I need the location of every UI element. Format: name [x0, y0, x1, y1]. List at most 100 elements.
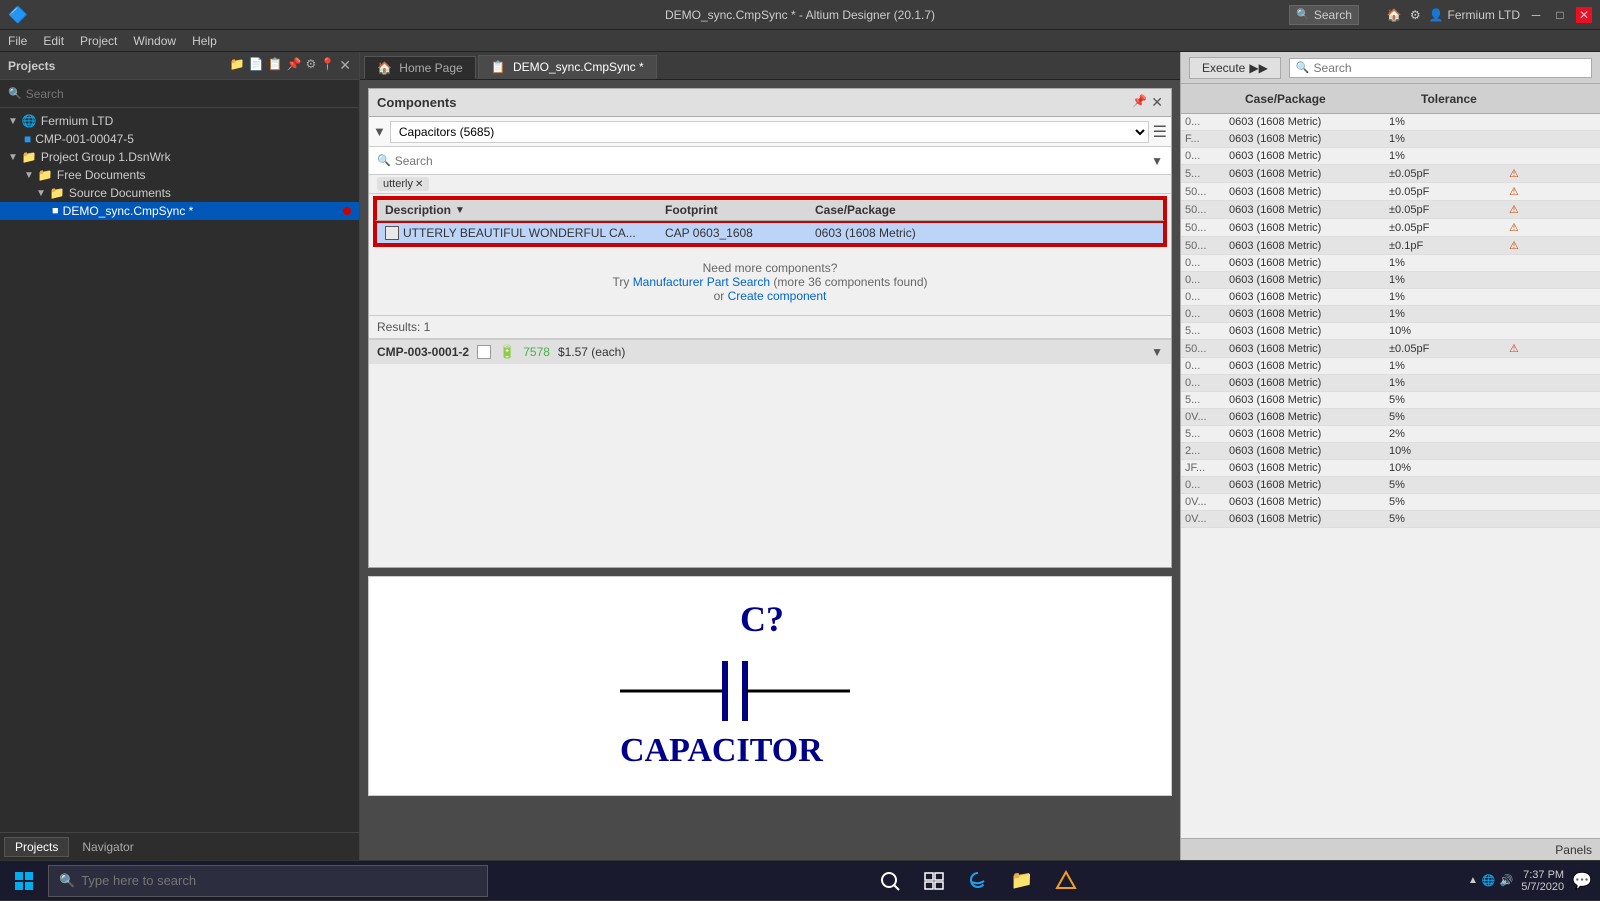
panel-settings-icon[interactable]: ⚙: [306, 57, 317, 74]
rt-tolerance: 2%: [1389, 428, 1509, 440]
rt-prefix: 50...: [1185, 204, 1229, 216]
comp-category-select[interactable]: Capacitors (5685): [390, 121, 1149, 143]
start-button[interactable]: [8, 865, 40, 897]
tree-item-demo-sync[interactable]: ■ DEMO_sync.CmpSync *: [0, 202, 359, 220]
cap-symbol-text: C?: [740, 599, 784, 639]
filter-tag-remove-icon[interactable]: ✕: [415, 179, 423, 190]
rt-prefix: 0...: [1185, 479, 1229, 491]
comp-id: CMP-003-0001-2: [377, 345, 469, 359]
rt-warning-icon: ⚠: [1509, 221, 1529, 234]
comp-header-controls: 📌 ✕: [1132, 94, 1163, 111]
create-component-link[interactable]: Create component: [728, 289, 827, 303]
rt-tolerance: 1%: [1389, 377, 1509, 389]
filter-tag-utterly[interactable]: utterly ✕: [377, 177, 429, 191]
home-icon: 🏠: [1387, 8, 1402, 22]
panel-pin-icon[interactable]: 📍: [320, 57, 335, 74]
rt-case: 0603 (1608 Metric): [1229, 308, 1389, 320]
panel-icon3[interactable]: 📋: [268, 57, 283, 74]
manufacturer-part-search-link[interactable]: Manufacturer Part Search: [633, 275, 770, 289]
panel-icon4[interactable]: 📌: [287, 57, 302, 74]
comp-checkbox[interactable]: [477, 345, 491, 359]
tray-up-icon[interactable]: ▲: [1468, 875, 1478, 886]
rt-prefix: 0V...: [1185, 513, 1229, 525]
components-panel: Components 📌 ✕ ▼ Capacitors (5685) ☰ 🔍 ▼: [368, 88, 1172, 568]
taskbar-altium[interactable]: [1046, 861, 1086, 901]
rt-row-21: 0... 0603 (1608 Metric) 5%: [1181, 477, 1600, 494]
rt-case: 0603 (1608 Metric): [1229, 240, 1389, 252]
taskbar-files[interactable]: 📁: [1002, 861, 1042, 901]
more-text: Need more components?: [703, 261, 838, 275]
menu-project[interactable]: Project: [80, 34, 117, 48]
taskbar-search-app[interactable]: [870, 861, 910, 901]
rt-case: 0603 (1608 Metric): [1229, 204, 1389, 216]
right-search-box[interactable]: 🔍: [1289, 58, 1592, 78]
panel-close-icon[interactable]: ✕: [339, 57, 351, 74]
detail-expand-icon[interactable]: ▼: [1151, 345, 1163, 359]
tree-label-source-docs: Source Documents: [69, 186, 171, 200]
maximize-button[interactable]: □: [1552, 7, 1568, 23]
taskbar-search-icon: 🔍: [59, 873, 75, 889]
taskbar-search-input[interactable]: [81, 873, 477, 888]
menubar: File Edit Project Window Help: [0, 30, 1600, 52]
row-case-package: 0603 (1608 Metric): [815, 226, 975, 240]
minimize-button[interactable]: ─: [1528, 7, 1544, 23]
tree-item-free-docs[interactable]: ▼ 📁 Free Documents: [0, 166, 359, 184]
comp-table-row[interactable]: UTTERLY BEAUTIFUL WONDERFUL CA... CAP 06…: [375, 221, 1165, 245]
taskbar-task-view[interactable]: [914, 861, 954, 901]
comp-pin-icon[interactable]: 📌: [1132, 94, 1147, 111]
panels-label[interactable]: Panels: [1555, 843, 1592, 857]
menu-window[interactable]: Window: [133, 34, 176, 48]
rt-warning-icon: ⚠: [1509, 342, 1529, 355]
sort-icon[interactable]: ▼: [455, 205, 465, 216]
right-search-input[interactable]: [1314, 61, 1585, 75]
rt-prefix: 50...: [1185, 240, 1229, 252]
panel-icon2[interactable]: 📄: [249, 57, 264, 74]
project-tree: ▼ 🌐 Fermium LTD ■ CMP-001-00047-5 ▼ 📁 Pr…: [0, 108, 359, 832]
tree-label-cmp: CMP-001-00047-5: [35, 132, 134, 146]
taskbar-edge[interactable]: [958, 861, 998, 901]
rt-row-22: 0V... 0603 (1608 Metric) 5%: [1181, 494, 1600, 511]
tab-navigator[interactable]: Navigator: [71, 837, 144, 857]
project-icon: 📁: [22, 150, 37, 164]
rt-case: 0603 (1608 Metric): [1229, 343, 1389, 355]
comp-search-dropdown-icon[interactable]: ▼: [1151, 154, 1163, 168]
rt-case: 0603 (1608 Metric): [1229, 394, 1389, 406]
tree-item-fermium[interactable]: ▼ 🌐 Fermium LTD: [0, 112, 359, 130]
titlebar: 🔷 DEMO_sync.CmpSync * - Altium Designer …: [0, 0, 1600, 30]
rt-row-11: 0... 0603 (1608 Metric) 1%: [1181, 306, 1600, 323]
tab-demo-sync[interactable]: 📋 DEMO_sync.CmpSync *: [478, 55, 657, 79]
tray-volume-icon[interactable]: 🔊: [1500, 874, 1514, 887]
notification-icon[interactable]: 💬: [1572, 871, 1592, 891]
search-icon: 🔍: [1296, 8, 1310, 21]
tab-projects[interactable]: Projects: [4, 837, 69, 857]
panel-search-input[interactable]: [26, 87, 351, 101]
tab-homepage[interactable]: 🏠 Home Page: [364, 56, 476, 79]
rt-row-2: 0... 0603 (1608 Metric) 1%: [1181, 148, 1600, 165]
sync-dot: [343, 207, 351, 215]
comp-close-icon[interactable]: ✕: [1151, 94, 1163, 111]
filter-tag-label: utterly: [383, 178, 413, 190]
rt-prefix: 0...: [1185, 150, 1229, 162]
tray-network-icon[interactable]: 🌐: [1482, 874, 1496, 887]
row-icon: [385, 226, 399, 240]
tree-item-cmp[interactable]: ■ CMP-001-00047-5: [0, 130, 359, 148]
panel-icon1[interactable]: 📁: [230, 57, 245, 74]
filter-icon[interactable]: ▼: [373, 124, 386, 139]
col-tolerance: Tolerance: [1421, 92, 1541, 106]
close-button[interactable]: ✕: [1576, 7, 1592, 23]
menu-edit[interactable]: Edit: [43, 34, 64, 48]
right-search-icon: 🔍: [1296, 61, 1310, 74]
tree-item-source-docs[interactable]: ▼ 📁 Source Documents: [0, 184, 359, 202]
menu-file[interactable]: File: [8, 34, 27, 48]
rt-tolerance: 5%: [1389, 394, 1509, 406]
menu-help[interactable]: Help: [192, 34, 217, 48]
execute-button[interactable]: Execute ▶▶: [1189, 57, 1281, 79]
comp-search-input[interactable]: [395, 154, 1147, 168]
comp-table-bordered: Description ▼ Footprint Case/Package UTT…: [373, 196, 1167, 247]
tree-item-project[interactable]: ▼ 📁 Project Group 1.DsnWrk: [0, 148, 359, 166]
rt-tolerance: 1%: [1389, 116, 1509, 128]
sync-tab-icon: 📋: [491, 60, 506, 74]
menu-icon[interactable]: ☰: [1153, 122, 1167, 142]
titlebar-search-box[interactable]: 🔍 Search: [1289, 5, 1359, 25]
taskbar-search-bar[interactable]: 🔍: [48, 865, 488, 897]
